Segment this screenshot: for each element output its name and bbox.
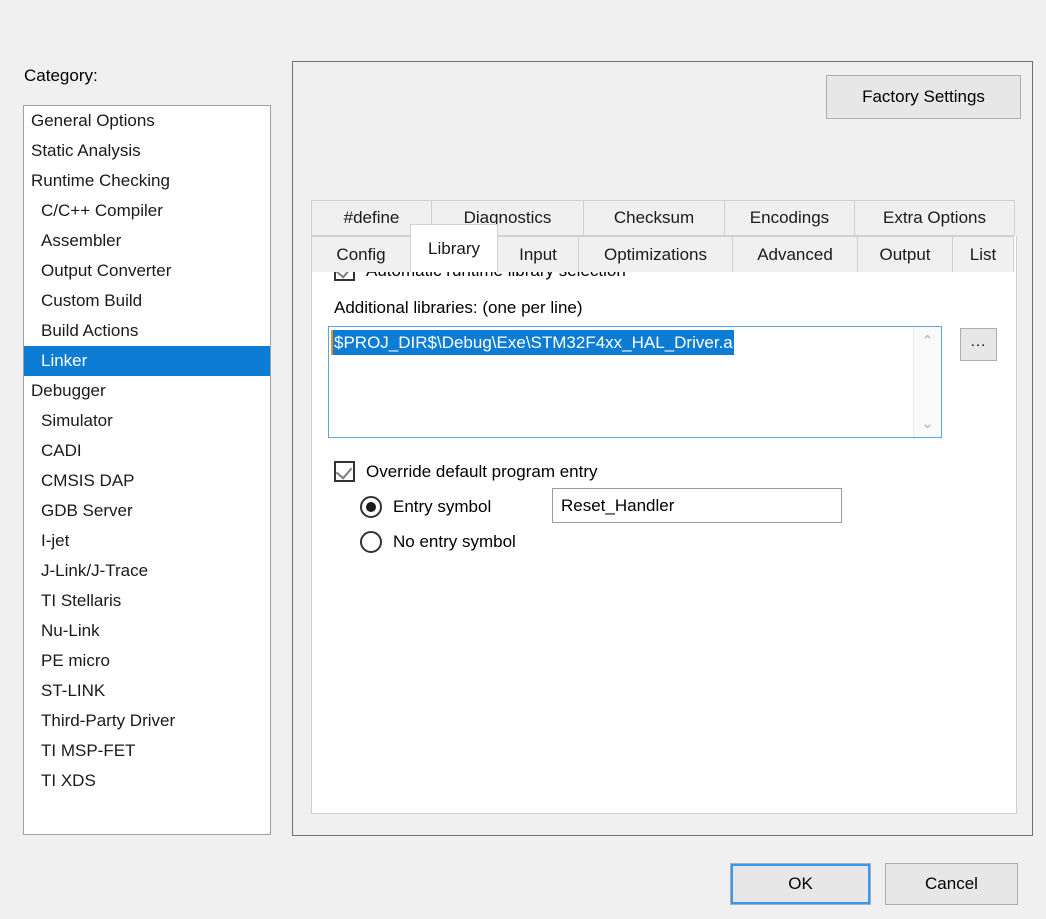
additional-libraries-scrollbar[interactable]: ⌃ ⌄ [913, 327, 941, 437]
entry-symbol-radio[interactable]: Entry symbol [360, 496, 491, 518]
override-default-program-entry-label: Override default program entry [366, 461, 598, 481]
tab-library[interactable]: Library [410, 224, 498, 272]
additional-libraries-value: $PROJ_DIR$\Debug\Exe\STM32F4xx_HAL_Drive… [331, 330, 734, 355]
scroll-up-icon[interactable]: ⌃ [914, 329, 941, 353]
entry-symbol-label: Entry symbol [393, 497, 492, 516]
tab-input[interactable]: Input [497, 236, 579, 272]
category-item[interactable]: I-jet [24, 526, 270, 556]
category-item[interactable]: Simulator [24, 406, 270, 436]
tab-extra-options[interactable]: Extra Options [854, 200, 1015, 236]
radio-unselected-icon [360, 531, 382, 553]
checkbox-checked-icon [334, 461, 355, 482]
browse-libraries-button[interactable]: ... [960, 328, 997, 361]
category-item[interactable]: Static Analysis [24, 136, 270, 166]
category-item[interactable]: CMSIS DAP [24, 466, 270, 496]
category-item[interactable]: PE micro [24, 646, 270, 676]
tab-bar: #define Diagnostics Checksum Encodings Extra… [311, 200, 1017, 272]
tab-output[interactable]: Output [857, 236, 953, 272]
tab-optimizations[interactable]: Optimizations [578, 236, 733, 272]
category-item[interactable]: Nu-Link [24, 616, 270, 646]
no-entry-symbol-label: No entry symbol [393, 532, 516, 551]
category-item[interactable]: ST-LINK [24, 676, 270, 706]
category-item[interactable]: Debugger [24, 376, 270, 406]
category-item[interactable]: GDB Server [24, 496, 270, 526]
options-panel: Factory Settings #define Diagnostics Check… [292, 61, 1033, 836]
category-item[interactable]: TI Stellaris [24, 586, 270, 616]
factory-settings-button[interactable]: Factory Settings [826, 75, 1021, 119]
tab-list[interactable]: List [952, 236, 1014, 272]
radio-selected-icon [360, 496, 382, 518]
entry-symbol-input[interactable] [552, 488, 842, 523]
tab-encodings[interactable]: Encodings [724, 200, 855, 236]
category-item[interactable]: Output Converter [24, 256, 270, 286]
category-item[interactable]: Linker [24, 346, 270, 376]
category-item[interactable]: Runtime Checking [24, 166, 270, 196]
tab-checksum[interactable]: Checksum [583, 200, 725, 236]
ok-button[interactable]: OK [730, 863, 871, 905]
category-item[interactable]: Third-Party Driver [24, 706, 270, 736]
category-item[interactable]: TI XDS [24, 766, 270, 796]
tab-row-lower: Config Library Input Optimizations Advanced O… [311, 224, 1017, 272]
category-label: Category: [24, 66, 98, 85]
category-list[interactable]: General Options Static Analysis Runtime Ch… [23, 105, 271, 835]
category-item[interactable]: General Options [24, 106, 270, 136]
additional-libraries-text-region[interactable]: $PROJ_DIR$\Debug\Exe\STM32F4xx_HAL_Drive… [329, 327, 913, 437]
category-item[interactable]: TI MSP-FET [24, 736, 270, 766]
override-default-program-entry-checkbox[interactable]: Override default program entry [334, 461, 598, 482]
library-tab-panel: Automatic runtime library selection Addi… [311, 236, 1017, 814]
category-item[interactable]: C/C++ Compiler [24, 196, 270, 226]
category-item[interactable]: CADI [24, 436, 270, 466]
category-item[interactable]: Build Actions [24, 316, 270, 346]
additional-libraries-label: Additional libraries: (one per line) [334, 298, 583, 317]
no-entry-symbol-radio[interactable]: No entry symbol [360, 531, 516, 553]
scroll-down-icon[interactable]: ⌄ [914, 411, 941, 435]
tab-config[interactable]: Config [311, 236, 411, 272]
tab-advanced[interactable]: Advanced [732, 236, 858, 272]
category-item[interactable]: J-Link/J-Trace [24, 556, 270, 586]
category-item[interactable]: Custom Build [24, 286, 270, 316]
cancel-button[interactable]: Cancel [885, 863, 1018, 905]
category-item[interactable]: Assembler [24, 226, 270, 256]
additional-libraries-textarea[interactable]: $PROJ_DIR$\Debug\Exe\STM32F4xx_HAL_Drive… [328, 326, 942, 438]
